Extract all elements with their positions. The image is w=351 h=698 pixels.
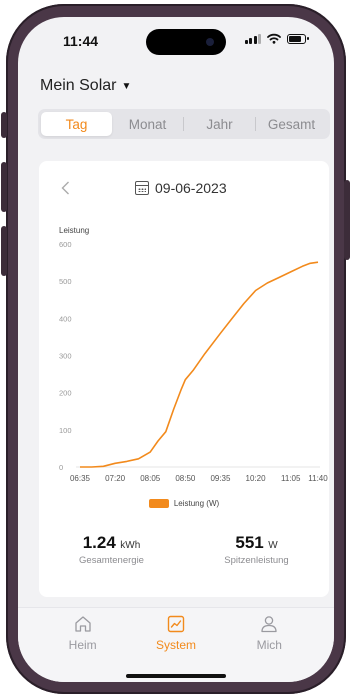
y-tick-label: 0 <box>59 463 63 472</box>
y-tick-label: 600 <box>59 240 72 249</box>
chart-legend: Leistung (W) <box>39 499 329 508</box>
calendar-icon <box>135 181 149 195</box>
energy-value: 1.24 <box>82 533 116 552</box>
y-tick-label: 200 <box>59 389 72 398</box>
x-tick-label: 07:20 <box>105 474 126 483</box>
tab-tag[interactable]: Tag <box>41 112 112 136</box>
home-indicator <box>126 674 226 678</box>
tab-gesamt[interactable]: Gesamt <box>256 112 327 136</box>
page-title: Mein Solar <box>40 77 117 94</box>
caret-down-icon: ▼ <box>121 80 132 92</box>
energy-unit: kWh <box>120 540 141 551</box>
x-tick-label: 08:05 <box>140 474 161 483</box>
bottom-nav: Heim System Mich <box>18 607 334 682</box>
energy-stat: 1.24 kWh Gesamtenergie <box>39 533 184 566</box>
x-tick-label: 06:35 <box>70 474 91 483</box>
tab-jahr[interactable]: Jahr <box>184 112 255 136</box>
person-icon <box>261 616 277 633</box>
legend-label: Leistung (W) <box>173 499 220 508</box>
action-button <box>1 112 7 138</box>
x-tick-label: 09:35 <box>210 474 231 483</box>
nav-system[interactable]: System <box>129 614 222 652</box>
date-label: 09-06-2023 <box>155 180 227 196</box>
tab-monat[interactable]: Monat <box>112 112 183 136</box>
nav-mich-label: Mich <box>256 638 282 652</box>
volume-down-button <box>1 226 7 276</box>
battery-icon <box>287 33 309 44</box>
peak-label: Spitzenleistung <box>224 555 289 566</box>
plant-selector[interactable]: Mein Solar ▼ <box>40 77 131 95</box>
x-tick-label: 11:40 <box>308 474 328 483</box>
home-icon <box>75 616 91 632</box>
y-axis-label: Leistung <box>59 226 89 235</box>
chart-icon <box>167 615 185 633</box>
camera-icon <box>206 38 214 46</box>
chevron-left-icon[interactable] <box>61 181 70 200</box>
peak-unit: W <box>268 540 278 551</box>
status-icons <box>244 33 309 44</box>
y-tick-label: 300 <box>59 352 72 361</box>
y-tick-label: 500 <box>59 277 72 286</box>
volume-up-button <box>1 162 7 212</box>
nav-mich[interactable]: Mich <box>223 614 316 652</box>
signal-icon <box>244 33 261 44</box>
status-bar: 11:44 <box>18 17 334 67</box>
date-picker[interactable]: 09-06-2023 <box>135 180 227 196</box>
period-segmented-control: Tag Monat Jahr Gesamt <box>38 109 330 139</box>
energy-label: Gesamtenergie <box>79 555 144 566</box>
nav-heim-label: Heim <box>68 638 97 652</box>
peak-value: 551 <box>235 533 264 552</box>
legend-swatch <box>148 499 169 508</box>
x-tick-label: 11:05 <box>281 474 301 483</box>
peak-stat: 551 W Spitzenleistung <box>184 533 329 566</box>
x-tick-label: 10:20 <box>246 474 267 483</box>
power-line-chart: Leistung 0 100 200 300 400 500 600 06:35 07:20 08:… <box>59 226 328 483</box>
nav-system-label: System <box>155 638 196 652</box>
nav-heim[interactable]: Heim <box>36 614 129 652</box>
series-line <box>80 261 319 468</box>
y-tick-label: 400 <box>59 314 72 323</box>
dynamic-island <box>146 29 226 55</box>
x-tick-label: 08:50 <box>175 474 196 483</box>
y-tick-label: 100 <box>59 426 72 435</box>
power-button <box>344 180 350 260</box>
screen: 11:44 Mein Solar ▼ Tag Monat Jahr Gesamt <box>18 17 334 682</box>
status-time: 11:44 <box>63 33 99 49</box>
wifi-icon <box>267 33 281 44</box>
stats-row: 1.24 kWh Gesamtenergie 551 W Spitzenleis… <box>39 533 329 566</box>
power-card: 09-06-2023 Leistung 0 100 200 300 400 500 600 06… <box>39 161 329 597</box>
